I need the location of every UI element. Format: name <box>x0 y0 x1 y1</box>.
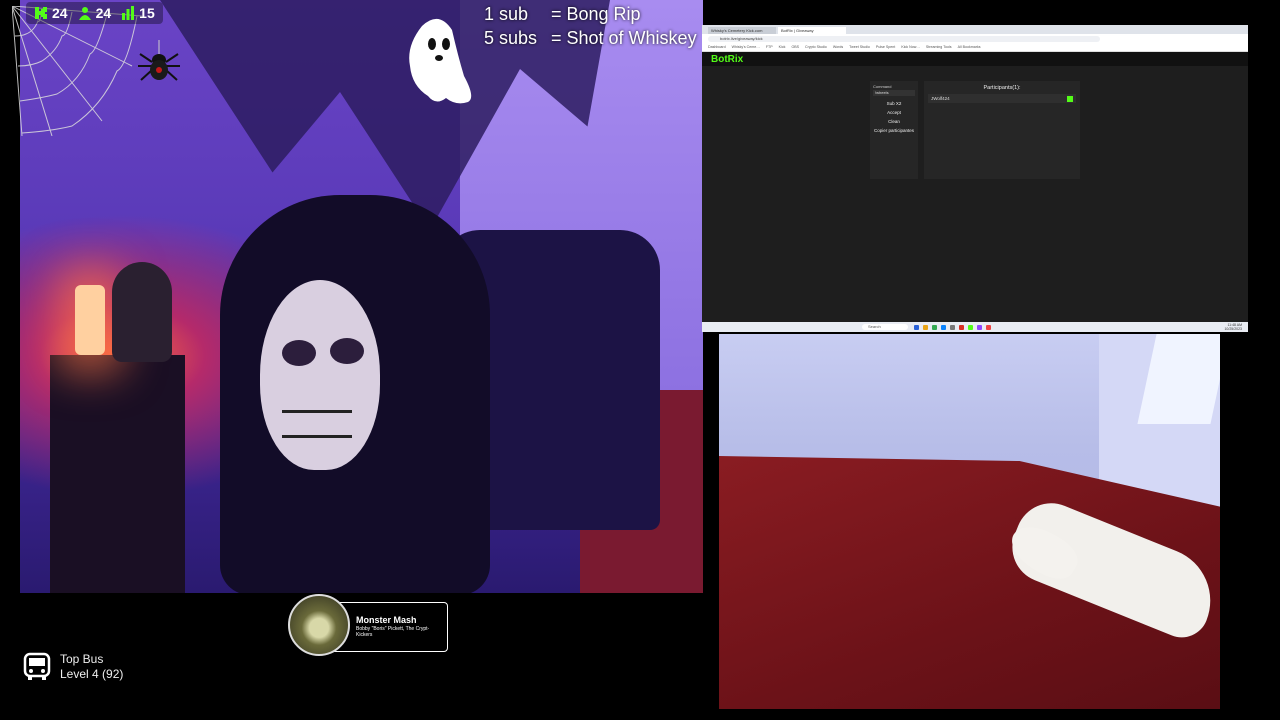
app-icon[interactable] <box>968 324 973 330</box>
tab-bar: Whisky's Cemetery Kick.com BotRix | Give… <box>702 25 1248 34</box>
sub-rule: 1 sub = Bong Rip <box>484 2 697 26</box>
bookmarks-bar: Dashboard Whisky's Ceme… FTP Kick OBS Cr… <box>702 43 1248 52</box>
app-icon[interactable] <box>959 324 964 330</box>
bookmark[interactable]: Streaming Tools <box>926 45 952 49</box>
kick-icon <box>35 7 47 19</box>
address-bar: botrix.live/giveaway/kick <box>702 34 1248 43</box>
taskbar-search[interactable]: Search <box>862 324 908 330</box>
bus-icon <box>23 652 51 680</box>
taskbar-clock[interactable]: 11:48 AM 10/25/2023 <box>1224 323 1242 331</box>
bookmark[interactable]: Dashboard <box>708 45 726 49</box>
sub-count: 5 subs <box>484 28 538 48</box>
command-input[interactable]: !wheels <box>873 90 915 96</box>
spiderweb-icon <box>12 6 142 136</box>
app-icon[interactable] <box>932 324 937 330</box>
streamer-face <box>260 280 380 470</box>
bookmark[interactable]: Kick <box>779 45 786 49</box>
sub-x2-toggle[interactable]: Sub X2 <box>870 97 918 106</box>
sub-rule: 5 subs = Shot of Whiskey <box>484 26 697 50</box>
app-icon[interactable] <box>914 324 919 330</box>
command-label: Command <box>873 84 892 89</box>
accept-button[interactable]: Accept <box>870 106 918 115</box>
bookmark[interactable]: Crypto Studio <box>805 45 827 49</box>
lamp <box>75 285 105 355</box>
app-icon[interactable] <box>923 324 928 330</box>
now-playing-widget: Monster Mash Bobby "Boris" Pickett, The … <box>288 594 448 658</box>
top-bus-text: Top Bus Level 4 (92) <box>60 652 123 682</box>
subscriber-icon <box>78 7 91 20</box>
spider-icon <box>138 40 180 81</box>
url-field[interactable]: botrix.live/giveaway/kick <box>708 35 1100 42</box>
participant-name: JWolf424 <box>931 96 950 101</box>
browser-window: Whisky's Cemetery Kick.com BotRix | Give… <box>702 25 1248 332</box>
stream-stats: 24 24 15 <box>26 2 163 24</box>
viewers-count: 15 <box>139 5 155 21</box>
app-icon[interactable] <box>977 324 982 330</box>
ghost-icon <box>409 18 472 104</box>
kick-icon <box>1067 95 1073 102</box>
giveaway-controls: Command !wheels Sub X2 Accept Clean Copi… <box>870 81 918 179</box>
app-icon[interactable] <box>950 324 955 330</box>
doll <box>112 262 172 362</box>
botrix-header: BotRix <box>702 52 1248 66</box>
taskbar-icons <box>914 324 991 330</box>
eye <box>282 340 316 366</box>
bookmark[interactable]: Words <box>833 45 843 49</box>
album-art <box>288 594 350 656</box>
browser-tab[interactable]: Whisky's Cemetery Kick.com <box>708 27 776 34</box>
app-icon[interactable] <box>941 324 946 330</box>
shelf <box>50 355 185 593</box>
followers-stat: 24 <box>34 5 68 21</box>
subs-stat: 24 <box>78 5 112 21</box>
bookmark[interactable]: FTP <box>766 45 773 49</box>
browser-tab-active[interactable]: BotRix | Giveaway <box>778 27 846 34</box>
clock-date: 10/25/2023 <box>1224 327 1242 331</box>
top-bus-level: Level 4 (92) <box>60 667 124 681</box>
clean-button[interactable]: Clean <box>870 115 918 124</box>
subs-count: 24 <box>95 5 112 21</box>
bookmark[interactable]: Pulse Spent <box>876 45 895 49</box>
sub-reward: = Shot of Whiskey <box>551 28 697 48</box>
sub-count: 1 sub <box>484 4 529 24</box>
botrix-logo[interactable]: BotRix <box>711 54 743 65</box>
app-icon[interactable] <box>986 324 991 330</box>
top-bus-widget: Top Bus Level 4 (92) <box>22 652 123 682</box>
participants-title: Participants(1): <box>983 85 1021 91</box>
mouth <box>282 410 352 438</box>
bar-chart-icon <box>122 6 135 20</box>
dog-webcam <box>719 334 1220 709</box>
bookmark[interactable]: Whisky's Ceme… <box>732 45 760 49</box>
windows-taskbar: Search 11:48 AM 10/25/2023 <box>702 322 1248 332</box>
bookmark[interactable]: OBS <box>791 45 799 49</box>
participant-row[interactable]: JWolf424 <box>928 94 1076 103</box>
viewers-stat: 15 <box>121 5 155 21</box>
sub-reward: = Bong Rip <box>551 4 641 24</box>
eye <box>330 338 364 364</box>
bookmark[interactable]: Tweet Studio <box>849 45 870 49</box>
bookmark[interactable]: All Bookmarks <box>958 45 981 49</box>
followers-count: 24 <box>52 5 68 21</box>
participants-panel: Participants(1): JWolf424 <box>924 81 1080 179</box>
bookmark[interactable]: Kick Now… <box>901 45 920 49</box>
top-bus-title: Top Bus <box>60 652 104 666</box>
song-title: Monster Mash <box>356 615 417 625</box>
sub-rules: 1 sub = Bong Rip 5 subs = Shot of Whiske… <box>484 2 697 50</box>
song-artist: Bobby "Boris" Pickett, The Crypt-Kickers <box>356 626 430 638</box>
copy-participants-button[interactable]: Copier participantes <box>870 124 918 133</box>
